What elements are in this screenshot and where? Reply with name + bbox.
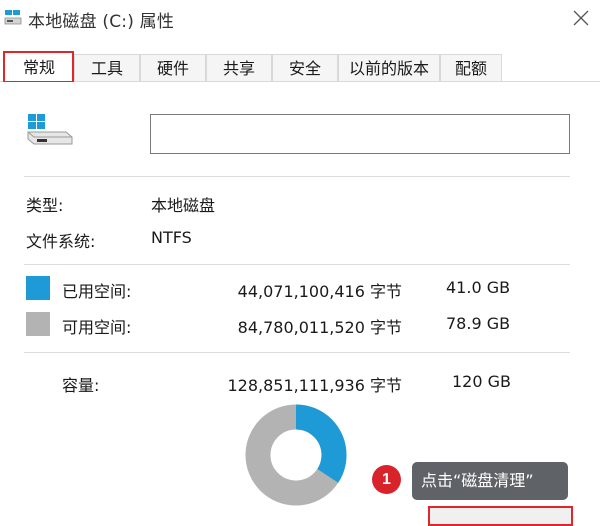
used-space-size: 41.0 GB <box>446 278 511 297</box>
used-space-label: 已用空间: <box>62 282 132 301</box>
capacity-label: 容量: <box>62 376 100 395</box>
tab-previous-versions[interactable]: 以前的版本 <box>338 54 440 81</box>
close-button[interactable] <box>564 2 598 34</box>
tab-security[interactable]: 安全 <box>272 54 338 81</box>
step-badge: 1 <box>372 465 401 494</box>
tab-hardware[interactable]: 硬件 <box>140 54 206 81</box>
used-space-swatch <box>26 276 50 300</box>
window-title: 本地磁盘 (C:) 属性 <box>28 12 175 32</box>
separator <box>24 352 570 353</box>
free-space-bytes: 84,780,011,520 字节 <box>237 318 402 337</box>
disk-usage-donut <box>245 404 347 506</box>
capacity-size: 120 GB <box>452 372 511 391</box>
filesystem-value: NTFS <box>151 228 192 247</box>
hint-tooltip: 点击“磁盘清理” <box>412 462 568 500</box>
disk-cleanup-button[interactable] <box>428 506 573 526</box>
filesystem-label: 文件系统: <box>26 232 96 251</box>
drive-name-input[interactable] <box>150 114 570 154</box>
title-bar: 本地磁盘 (C:) 属性 <box>0 0 600 38</box>
separator <box>24 176 570 177</box>
tab-general[interactable]: 常规 <box>4 52 74 82</box>
type-value: 本地磁盘 <box>151 196 216 215</box>
tab-quota[interactable]: 配额 <box>440 54 502 81</box>
separator <box>24 264 570 265</box>
capacity-bytes: 128,851,111,936 字节 <box>227 376 402 395</box>
tab-tools[interactable]: 工具 <box>74 54 140 81</box>
drive-icon <box>26 114 74 152</box>
free-space-size: 78.9 GB <box>446 314 511 333</box>
type-label: 类型: <box>26 196 64 215</box>
drive-icon <box>4 9 22 27</box>
close-icon <box>573 10 589 26</box>
used-space-bytes: 44,071,100,416 字节 <box>237 282 402 301</box>
tab-sharing[interactable]: 共享 <box>206 54 272 81</box>
free-space-label: 可用空间: <box>62 318 132 337</box>
free-space-swatch <box>26 312 50 336</box>
